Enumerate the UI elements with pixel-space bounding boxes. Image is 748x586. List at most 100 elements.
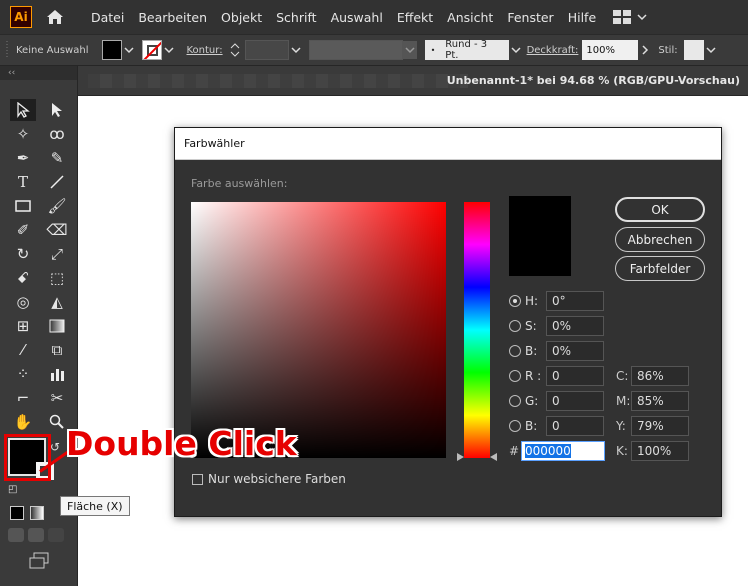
r-radio[interactable] (509, 370, 521, 382)
h-radio-row[interactable]: H: (509, 291, 538, 311)
kontur-label[interactable]: Kontur: (186, 45, 222, 56)
stepper-icon[interactable] (229, 41, 241, 59)
hue-slider-handle-left[interactable] (457, 453, 464, 461)
blue-radio-row[interactable]: B: (509, 416, 537, 436)
magic-wand-tool-icon[interactable]: ✧ (10, 123, 36, 145)
direct-selection-tool-icon[interactable] (44, 99, 70, 121)
artboard-tool-icon[interactable]: ⌐ (10, 387, 36, 409)
draw-normal-icon[interactable] (8, 528, 24, 542)
scale-tool-icon[interactable]: ⤢ (44, 243, 70, 265)
ok-button[interactable]: OK (615, 197, 705, 222)
stroke-weight-field[interactable] (244, 40, 289, 60)
menu-schrift[interactable]: Schrift (269, 10, 323, 25)
eraser-tool-icon[interactable]: ⌫ (44, 219, 70, 241)
h-radio[interactable] (509, 295, 521, 307)
type-tool-icon[interactable]: T (10, 171, 36, 193)
g-input[interactable]: 0 (546, 391, 604, 411)
hand-tool-icon[interactable]: ✋ (10, 411, 36, 433)
c-input[interactable]: 86% (631, 366, 689, 386)
k-input[interactable]: 100% (631, 441, 689, 461)
menu-auswahl[interactable]: Auswahl (324, 10, 390, 25)
paintbrush-tool-icon[interactable]: 🖌 (44, 195, 70, 217)
menu-datei[interactable]: Datei (84, 10, 131, 25)
opacity-label[interactable]: Deckkraft: (527, 45, 579, 56)
menu-fenster[interactable]: Fenster (500, 10, 560, 25)
variable-width-profile[interactable] (308, 40, 403, 60)
brush-definition-dropdown[interactable]: • Rund - 3 Pt. (424, 39, 509, 61)
menu-effekt[interactable]: Effekt (390, 10, 440, 25)
home-icon[interactable] (44, 6, 66, 28)
b-radio-row[interactable]: B: (509, 341, 537, 361)
cancel-button[interactable]: Abbrechen (615, 227, 705, 252)
blue-radio[interactable] (509, 420, 521, 432)
selection-tool-icon[interactable] (10, 99, 36, 121)
chevron-down-icon[interactable] (122, 41, 136, 59)
color-mode-icon[interactable] (10, 506, 24, 520)
chevron-down-icon[interactable] (704, 41, 718, 59)
draw-behind-icon[interactable] (28, 528, 44, 542)
gradient-tool-icon[interactable] (44, 315, 70, 337)
symbol-sprayer-tool-icon[interactable]: ⁘ (10, 363, 36, 385)
rotate-tool-icon[interactable]: ↻ (10, 243, 36, 265)
s-radio-row[interactable]: S: (509, 316, 537, 336)
no-stroke-icon (144, 41, 162, 59)
panel-collapse-icon[interactable]: ‹‹ (0, 66, 77, 80)
pen-tool-icon[interactable]: ✒ (10, 147, 36, 169)
chevron-down-icon[interactable] (402, 41, 417, 59)
blend-tool-icon[interactable]: ⧉ (44, 339, 70, 361)
default-colors-icon[interactable]: ◰ (8, 484, 17, 495)
saturation-brightness-field[interactable] (191, 202, 446, 458)
screen-mode-icon[interactable] (28, 552, 50, 570)
document-tab[interactable]: Unbenannt-1* bei 94.68 % (RGB/GPU-Vorsch… (447, 74, 740, 87)
hue-slider[interactable] (464, 202, 490, 458)
hex-input[interactable]: 000000 (521, 441, 605, 461)
blue-input[interactable]: 0 (546, 416, 604, 436)
websafe-checkbox[interactable] (192, 473, 203, 485)
dialog-title: Farbwähler (175, 128, 721, 160)
style-swatch[interactable] (683, 40, 704, 60)
eyedropper-tool-icon[interactable]: ⁄ (10, 339, 36, 361)
menu-hilfe[interactable]: Hilfe (561, 10, 603, 25)
fill-swatch[interactable] (102, 40, 123, 60)
websafe-checkbox-row[interactable]: Nur websichere Farben (192, 472, 346, 486)
s-input[interactable]: 0% (546, 316, 604, 336)
gradient-mode-icon[interactable] (30, 506, 44, 520)
h-input[interactable]: 0° (546, 291, 604, 311)
chevron-right-icon[interactable] (638, 41, 652, 59)
stroke-swatch[interactable] (142, 40, 163, 60)
perspective-grid-tool-icon[interactable]: ◭ (44, 291, 70, 313)
m-input[interactable]: 85% (631, 391, 689, 411)
column-graph-tool-icon[interactable] (44, 363, 70, 385)
workspace-switcher[interactable] (613, 10, 647, 24)
menu-ansicht[interactable]: Ansicht (440, 10, 500, 25)
menu-bearbeiten[interactable]: Bearbeiten (131, 10, 214, 25)
r-radio-row[interactable]: R : (509, 366, 541, 386)
illustrator-window: Ai Datei Bearbeiten Objekt Schrift Auswa… (0, 0, 748, 586)
slice-tool-icon[interactable]: ✂ (44, 387, 70, 409)
swap-colors-icon[interactable]: ↺ (50, 440, 60, 454)
shape-builder-tool-icon[interactable]: ◎ (10, 291, 36, 313)
y-input[interactable]: 79% (631, 416, 689, 436)
menu-objekt[interactable]: Objekt (214, 10, 269, 25)
lasso-tool-icon[interactable]: ꝏ (44, 123, 70, 145)
g-radio[interactable] (509, 395, 521, 407)
curvature-tool-icon[interactable]: ✎ (44, 147, 70, 169)
shaper-tool-icon[interactable]: ✐ (10, 219, 36, 241)
mesh-tool-icon[interactable]: ⊞ (10, 315, 36, 337)
b-radio[interactable] (509, 345, 521, 357)
swatches-button[interactable]: Farbfelder (615, 256, 705, 281)
draw-inside-icon[interactable] (48, 528, 64, 542)
free-transform-tool-icon[interactable]: ⬚ (44, 267, 70, 289)
r-input[interactable]: 0 (546, 366, 604, 386)
chevron-down-icon[interactable] (289, 41, 303, 59)
s-radio[interactable] (509, 320, 521, 332)
hue-slider-handle-right[interactable] (490, 453, 497, 461)
chevron-down-icon[interactable] (162, 41, 176, 59)
g-radio-row[interactable]: G: (509, 391, 538, 411)
rectangle-tool-icon[interactable] (10, 195, 36, 217)
line-tool-icon[interactable] (44, 171, 70, 193)
b-input[interactable]: 0% (546, 341, 604, 361)
warp-tool-icon[interactable]: ꗃ (10, 267, 36, 289)
chevron-down-icon[interactable] (509, 41, 523, 59)
opacity-input[interactable]: 100% (582, 40, 639, 60)
